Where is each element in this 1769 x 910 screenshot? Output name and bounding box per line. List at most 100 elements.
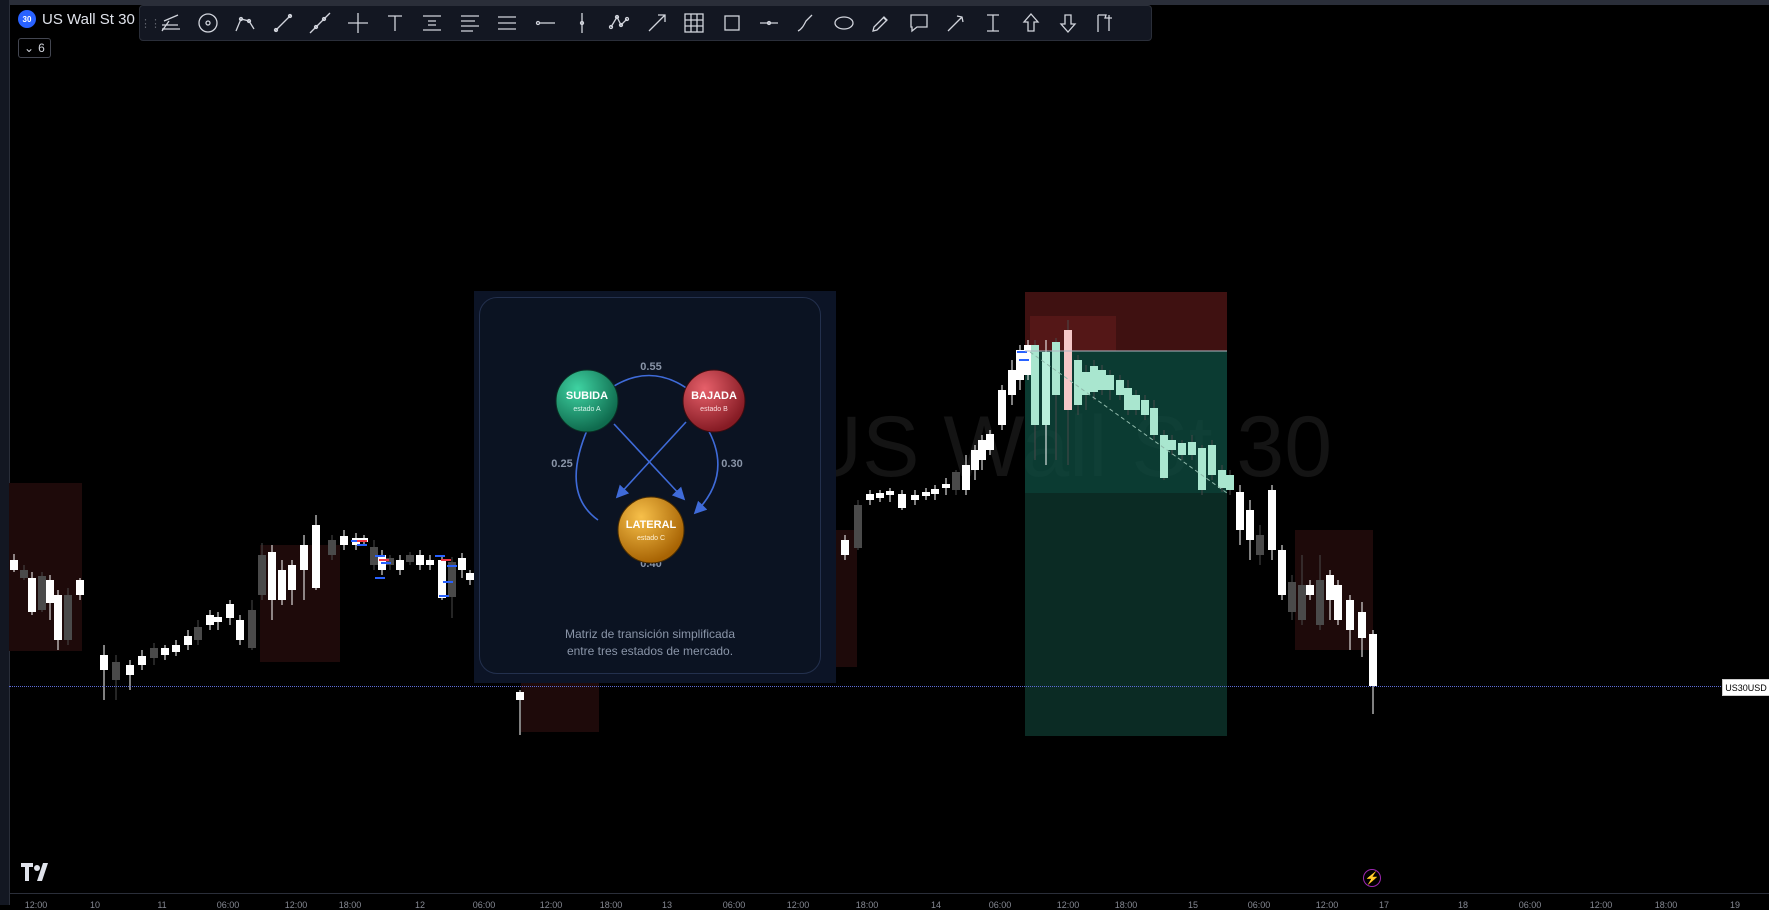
callout-icon[interactable] [900, 6, 937, 40]
state-bajada-name: BAJADA [691, 390, 737, 402]
polyline-path-icon[interactable] [601, 6, 638, 40]
time-label: 17 [1378, 900, 1390, 910]
parallel-channel-icon[interactable] [489, 6, 526, 40]
candle-body [1326, 575, 1334, 600]
candle-body [226, 604, 234, 618]
candle-body [1150, 408, 1158, 435]
time-label: 14 [930, 900, 942, 910]
symbol-badge: 30 [18, 10, 36, 28]
candle-body [841, 540, 849, 555]
candle-body [278, 570, 286, 600]
candle-body [100, 655, 108, 670]
candle-body [328, 540, 336, 555]
caption-line-2: entre tres estados de mercado. [566, 644, 734, 658]
time-label: 06:00 [722, 900, 746, 910]
arrow-down-icon[interactable] [1049, 6, 1086, 40]
candle-body [516, 692, 524, 700]
text-icon[interactable] [376, 6, 413, 40]
candle-body [1369, 634, 1377, 686]
time-label: 18:00 [338, 900, 362, 910]
candle-body [931, 489, 939, 494]
candle-body [1074, 360, 1082, 405]
candle-body [258, 555, 266, 595]
vertical-line-icon[interactable] [563, 6, 600, 40]
fib-retracement-icon[interactable] [451, 6, 488, 40]
flag-icon[interactable] [1087, 6, 1124, 40]
candle-body [898, 494, 906, 508]
symbol-header[interactable]: 30 US Wall St 30 [18, 10, 135, 28]
candle-body [952, 472, 960, 490]
candle-body [1208, 445, 1216, 475]
candle-body [46, 580, 54, 603]
candle-body [1016, 350, 1024, 380]
time-label: 10 [89, 900, 101, 910]
symbol-name[interactable]: US Wall St 30 [42, 11, 135, 28]
candle-body [340, 536, 348, 545]
candle-body [1008, 370, 1016, 395]
time-label: 18:00 [1114, 900, 1138, 910]
curve-icon[interactable] [227, 6, 264, 40]
candle-body [268, 552, 276, 600]
candle-body [866, 494, 874, 500]
candle-body [886, 491, 894, 495]
trend-angle-icon[interactable] [152, 6, 189, 40]
candle-body [126, 665, 134, 675]
line-icon[interactable] [264, 6, 301, 40]
time-label: 12:00 [284, 900, 308, 910]
price-chart[interactable] [0, 0, 1769, 905]
time-label: 18:00 [855, 900, 879, 910]
candle-body [76, 580, 84, 595]
edge-a-to-c [613, 423, 686, 501]
rectangle-icon[interactable] [713, 6, 750, 40]
candle-body [911, 495, 919, 500]
time-label: 13 [661, 900, 673, 910]
candle-body [1178, 443, 1186, 455]
candle-body [184, 636, 192, 645]
candle-body [1256, 535, 1264, 555]
candle-body [206, 615, 214, 625]
edge-a-c [575, 427, 599, 521]
chevron-down-icon: ⌄ [24, 41, 35, 55]
candle-body [1358, 612, 1366, 638]
candle-body [150, 648, 158, 658]
cross-line-icon[interactable] [339, 6, 376, 40]
arrow-marker-icon[interactable] [937, 6, 974, 40]
price-range-icon[interactable] [975, 6, 1012, 40]
lightning-icon[interactable]: ⚡ [1363, 869, 1381, 887]
zone-box [521, 682, 599, 732]
prob-left-label: 0.25 [551, 458, 572, 470]
candle-body [1246, 510, 1254, 540]
markov-diagram-panel: 0.55 0.25 0.30 0.40 SUBIDA estado A BAJA… [474, 291, 836, 683]
drag-handle-icon[interactable]: ⋮⋮ [140, 17, 161, 30]
candle-body [978, 440, 986, 460]
diagram-caption: Matriz de transición simplificada entre … [480, 626, 820, 660]
info-line-icon[interactable] [750, 6, 787, 40]
candle-body [28, 578, 36, 612]
extended-line-icon[interactable] [302, 6, 339, 40]
arrow-line-icon[interactable] [638, 6, 675, 40]
candle-body [1226, 475, 1234, 490]
interval-toggle[interactable]: ⌄ 6 [18, 38, 51, 58]
time-label: 19 [1729, 900, 1741, 910]
brush-icon[interactable] [788, 6, 825, 40]
time-label: 18 [1457, 900, 1469, 910]
horizontal-ray-icon[interactable] [526, 6, 563, 40]
candle-body [426, 560, 434, 565]
price-label-icon[interactable] [414, 6, 451, 40]
arrow-up-icon[interactable] [1012, 6, 1049, 40]
candle-body [971, 450, 979, 470]
time-axis[interactable]: 12:00 10 11 06:00 12:00 18:00 12 06:00 12:00 18:0… [9, 893, 1769, 910]
ellipse-circle-icon[interactable] [189, 6, 226, 40]
ellipse-icon[interactable] [825, 6, 862, 40]
time-label: 12:00 [1056, 900, 1080, 910]
candle-body [312, 525, 320, 588]
candle-body [138, 656, 146, 665]
gann-grid-icon[interactable] [675, 6, 712, 40]
time-label: 12:00 [24, 900, 48, 910]
highlighter-icon[interactable] [862, 6, 899, 40]
state-subida-sub: estado A [573, 406, 601, 413]
edge-b-to-c [615, 421, 687, 499]
candle-body [1306, 585, 1314, 595]
candle-body [438, 560, 446, 598]
candle-body [1236, 492, 1244, 530]
